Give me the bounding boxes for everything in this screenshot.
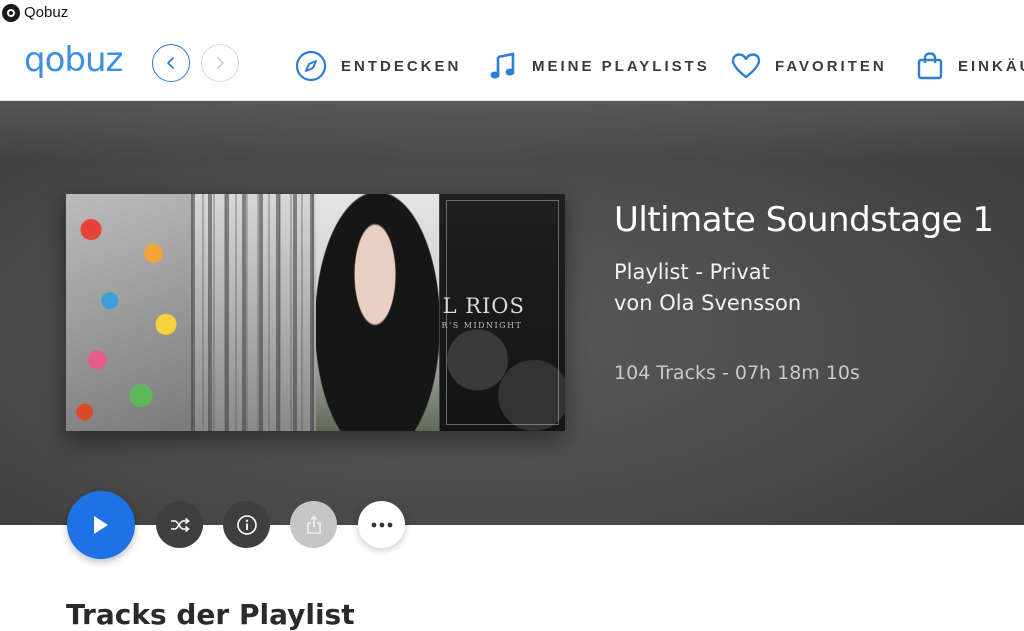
window-title: Qobuz [24,4,69,21]
more-icon [371,522,392,527]
top-navigation: qobuz ENTDECKEN MEINE PLAYLISTS FAVORITE… [0,28,1024,101]
more-options-button[interactable] [358,501,405,548]
window-title-bar: Qobuz [0,0,1024,28]
nav-my-playlists-label: MEINE PLAYLISTS [532,57,710,75]
playlist-owner[interactable]: von Ola Svensson [614,291,801,315]
nav-discover-label: ENTDECKEN [341,57,462,75]
nav-discover[interactable]: ENTDECKEN [295,50,462,82]
forward-button[interactable] [201,44,239,82]
section-title: Tracks der Playlist [66,598,355,631]
qobuz-logo[interactable]: qobuz [24,40,123,80]
cover-tile-dark: EL RIOS DER'S MIDNIGHT [439,194,565,431]
music-note-icon [490,52,515,79]
info-icon [236,514,257,535]
play-button[interactable] [67,491,135,559]
shopping-bag-icon [917,52,943,80]
playlist-cover-mosaic: EL RIOS DER'S MIDNIGHT [66,194,565,431]
chevron-left-icon [167,57,174,69]
cover-tile-collage [66,194,191,431]
shuffle-icon [170,517,190,532]
cover-tile-forest [190,194,316,431]
chevron-right-icon [217,57,224,69]
playlist-title: Ultimate Soundstage 1 [614,200,994,240]
qobuz-app-icon [2,4,20,22]
nav-favorites-label: FAVORITEN [775,57,887,75]
shuffle-button[interactable] [156,501,203,548]
nav-shop[interactable]: EINKÄU [916,52,1024,80]
nav-shop-label: EINKÄU [958,57,1024,75]
cover-subtext: DER'S MIDNIGHT [440,321,523,330]
compass-icon [295,50,327,82]
playlist-stats: 104 Tracks - 07h 18m 10s [614,362,860,384]
back-button[interactable] [152,44,190,82]
nav-my-playlists[interactable]: MEINE PLAYLISTS [488,52,710,80]
play-icon [94,516,108,534]
info-button[interactable] [223,501,270,548]
playlist-type: Playlist - Privat [614,260,770,284]
nav-favorites[interactable]: FAVORITEN [731,52,887,80]
playlist-hero: EL RIOS DER'S MIDNIGHT [0,101,1024,525]
cover-text: EL RIOS [440,294,525,318]
heart-icon [731,53,761,79]
cover-tile-portrait [315,194,440,431]
share-button[interactable] [290,501,337,548]
share-icon [306,514,321,534]
